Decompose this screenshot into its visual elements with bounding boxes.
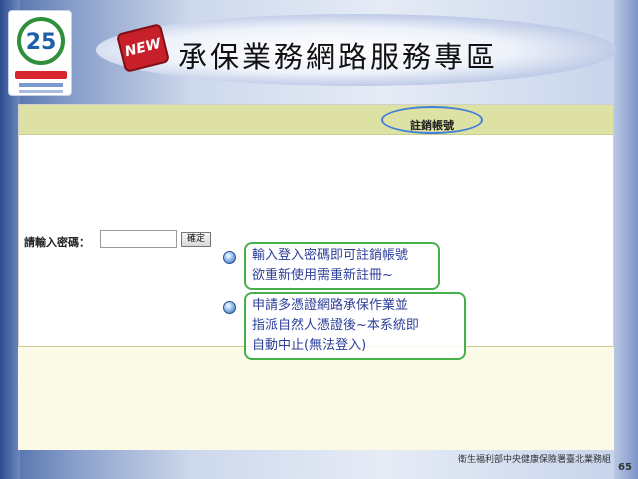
note-line: 欲重新使用需重新註冊~ <box>252 268 393 283</box>
bullet-icon <box>223 251 236 264</box>
footer-organization: 衛生福利部中央健康保險署臺北業務組 <box>458 455 612 465</box>
page-title: 承保業務網路服務專區 <box>178 40 499 74</box>
logo-emblem: 25 <box>17 17 65 65</box>
logo-ribbon <box>15 71 67 79</box>
header-strip <box>19 105 613 135</box>
anniversary-logo: 25 <box>8 10 72 96</box>
bullet-icon <box>223 301 236 314</box>
highlight-oval <box>381 106 483 134</box>
password-input[interactable] <box>100 230 177 248</box>
right-decoration <box>614 0 638 479</box>
note-line: 申請多憑證網路承保作業並 <box>252 298 409 313</box>
logo-line <box>19 90 63 93</box>
lower-panel <box>18 346 614 450</box>
password-label: 請輸入密碼： <box>24 236 90 249</box>
note-line: 指派自然人憑證後~本系統即 <box>252 318 419 333</box>
logo-line <box>19 83 63 87</box>
note-box: 輸入登入密碼即可註銷帳號 欲重新使用需重新註冊~ <box>244 242 440 290</box>
logo-number: 25 <box>25 30 57 55</box>
note-box: 申請多憑證網路承保作業並 指派自然人憑證後~本系統即 自動中止(無法登入) <box>244 292 466 360</box>
confirm-button[interactable]: 確定 <box>181 232 211 247</box>
note-line: 自動中止(無法登入) <box>252 338 367 353</box>
page-number: 65 <box>618 462 632 473</box>
note-line: 輸入登入密碼即可註銷帳號 <box>252 248 409 263</box>
